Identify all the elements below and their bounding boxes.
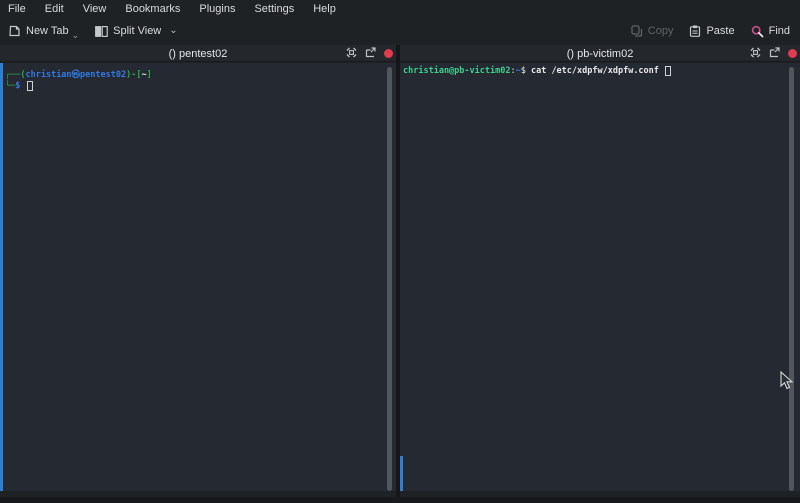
terminal-pb-victim02-text: christian@pb-victim02:~$ cat /etc/xdpfw/… xyxy=(400,63,800,77)
terminal-pentest02-text: ┌──(christian㉿pentest02)-[~]└─$ xyxy=(0,63,396,92)
menu-file[interactable]: File xyxy=(8,3,26,15)
find-magnifier-icon xyxy=(751,25,764,38)
menu-view[interactable]: View xyxy=(83,3,107,15)
pane-pentest02: () pentest02 ┌──(christian㉿pentest02)-[~… xyxy=(0,45,396,497)
menu-help[interactable]: Help xyxy=(313,3,336,15)
detach-view-icon[interactable] xyxy=(365,45,376,63)
find-button[interactable]: Find xyxy=(751,25,790,38)
pane-pb-victim02-titlebar[interactable]: () pb-victim02 xyxy=(400,45,800,62)
new-tab-caret-icon[interactable]: ⌄ xyxy=(72,30,80,41)
close-split-button[interactable] xyxy=(384,49,393,58)
pane-pb-victim02-title: () pb-victim02 xyxy=(400,45,800,62)
pane-pentest02-titlebar[interactable]: () pentest02 xyxy=(0,45,396,62)
toolbar: New Tab ⌄ Split View ⌄ Copy xyxy=(0,18,800,44)
terminal-cursor xyxy=(27,81,33,91)
detach-view-icon[interactable] xyxy=(769,45,780,63)
konsole-window: File Edit View Bookmarks Plugins Setting… xyxy=(0,0,800,503)
copy-button[interactable]: Copy xyxy=(631,25,674,37)
new-tab-button[interactable]: New Tab ⌄ xyxy=(8,25,81,37)
paste-icon xyxy=(689,25,701,37)
close-split-button[interactable] xyxy=(788,49,797,58)
terminal-cursor xyxy=(665,66,671,76)
mouse-pointer xyxy=(780,371,793,395)
copy-icon xyxy=(631,25,643,37)
menu-settings[interactable]: Settings xyxy=(254,3,294,15)
pane-pentest02-title: () pentest02 xyxy=(0,45,396,62)
new-output-indicator xyxy=(400,456,403,491)
paste-button[interactable]: Paste xyxy=(689,25,734,37)
split-view-chevron-icon[interactable]: ⌄ xyxy=(169,25,177,36)
split-view-icon xyxy=(95,26,108,37)
menu-edit[interactable]: Edit xyxy=(45,3,64,15)
paste-label: Paste xyxy=(706,25,734,37)
scrollbar[interactable] xyxy=(789,67,794,491)
find-label: Find xyxy=(769,25,790,37)
expand-view-icon[interactable] xyxy=(346,45,357,63)
tab-new-icon xyxy=(8,25,21,37)
window-bottom-edge xyxy=(0,497,800,503)
menubar: File Edit View Bookmarks Plugins Setting… xyxy=(0,0,800,18)
scrollbar[interactable] xyxy=(387,67,392,491)
new-output-indicator xyxy=(0,63,3,491)
pane-pb-victim02: () pb-victim02 christian@pb-victim02:~$ … xyxy=(400,45,800,497)
split-view-label: Split View xyxy=(113,25,161,37)
terminal-pentest02[interactable]: ┌──(christian㉿pentest02)-[~]└─$ xyxy=(0,63,396,491)
expand-view-icon[interactable] xyxy=(750,45,761,63)
split-view-button[interactable]: Split View ⌄ xyxy=(95,25,178,37)
menu-bookmarks[interactable]: Bookmarks xyxy=(125,3,180,15)
copy-label: Copy xyxy=(648,25,674,37)
split-view-area: () pentest02 ┌──(christian㉿pentest02)-[~… xyxy=(0,45,800,497)
terminal-pb-victim02[interactable]: christian@pb-victim02:~$ cat /etc/xdpfw/… xyxy=(400,63,800,491)
new-tab-label: New Tab xyxy=(26,25,69,37)
menu-plugins[interactable]: Plugins xyxy=(199,3,235,15)
